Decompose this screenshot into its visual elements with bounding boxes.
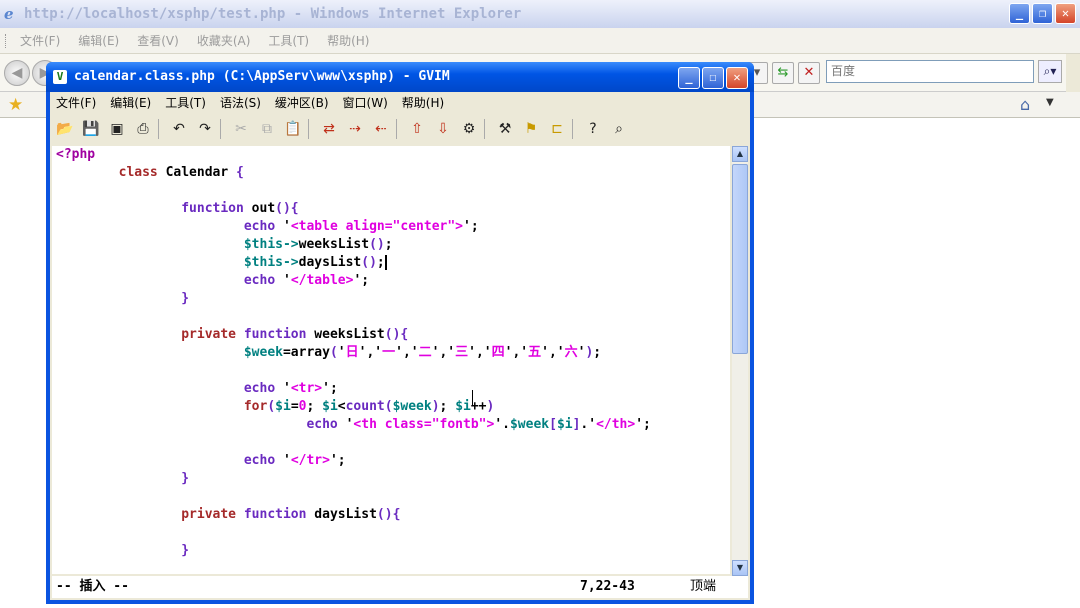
status-line: -- 插入 -- 7,22-43 顶端: [52, 576, 748, 598]
ie-menu-help[interactable]: 帮助(H): [327, 28, 369, 53]
print-icon[interactable]: ⎙: [132, 118, 154, 140]
gvim-titlebar: V calendar.class.php (C:\AppServ\www\xsp…: [46, 62, 754, 92]
search-input[interactable]: 百度: [826, 60, 1034, 83]
code-line-9: }: [56, 291, 190, 306]
code-line-8: echo '</table>';: [56, 273, 370, 288]
vim-logo-icon: V: [53, 70, 67, 84]
status-cursor-position: 7,22-43: [580, 579, 635, 594]
toolbar-separator: [484, 119, 492, 139]
gvim-menu-syntax[interactable]: 语法(S): [220, 92, 261, 114]
scroll-up-button[interactable]: ▲: [732, 146, 748, 162]
code-line-19: }: [56, 471, 190, 486]
code-line-23: }: [56, 543, 190, 558]
gvim-menu-edit[interactable]: 编辑(E): [110, 92, 151, 114]
paste-icon[interactable]: 📋: [282, 118, 304, 140]
maximize-button[interactable]: ❐: [1032, 3, 1053, 24]
code-line-4: function out(){: [56, 201, 299, 216]
scroll-down-button[interactable]: ▼: [732, 560, 748, 576]
gvim-menu-file[interactable]: 文件(F): [56, 92, 96, 114]
build-tags-icon[interactable]: ⚑: [520, 118, 542, 140]
toolbar-separator: [308, 119, 316, 139]
run-script-icon[interactable]: ⚙: [458, 118, 480, 140]
toolbar-separator: [158, 119, 166, 139]
ie-window-title: http://localhost/xsphp/test.php - Window…: [24, 6, 522, 22]
close-button[interactable]: ✕: [1055, 3, 1076, 24]
ibeam-mouse-cursor: [472, 390, 478, 406]
status-mode: -- 插入 --: [56, 579, 129, 594]
code-line-2: class Calendar {: [56, 165, 244, 180]
make-icon[interactable]: ⚒: [494, 118, 516, 140]
code-editor[interactable]: <?php class Calendar { function out(){ e…: [52, 146, 730, 574]
load-session-icon[interactable]: ⇧: [406, 118, 428, 140]
editor-scrollbar[interactable]: ▲ ▼: [732, 146, 748, 576]
minimize-button[interactable]: _: [1009, 3, 1030, 24]
scroll-thumb[interactable]: [732, 164, 748, 354]
gvim-menubar: 文件(F) 编辑(E) 工具(T) 语法(S) 缓冲区(B) 窗口(W) 帮助(…: [50, 92, 750, 114]
save-all-icon[interactable]: ▣: [106, 118, 128, 140]
code-line-21: private function daysList(){: [56, 507, 401, 522]
undo-icon[interactable]: ↶: [168, 118, 190, 140]
code-line-16: echo '<th class="fontb">'.$week[$i].'</t…: [56, 417, 651, 432]
search-button[interactable]: ⌕▾: [1038, 60, 1062, 83]
gvim-window: V calendar.class.php (C:\AppServ\www\xsp…: [46, 62, 754, 604]
code-line-7: $this->daysList();: [56, 255, 387, 270]
save-session-icon[interactable]: ⇩: [432, 118, 454, 140]
find-help-icon[interactable]: ⌕: [608, 118, 630, 140]
replace-icon[interactable]: ⇄: [318, 118, 340, 140]
ie-titlebar: e http://localhost/xsphp/test.php - Wind…: [0, 0, 1080, 28]
gvim-minimize-button[interactable]: _: [678, 67, 700, 89]
code-line-14: echo '<tr>';: [56, 381, 338, 396]
code-line-5: echo '<table align="center">';: [56, 219, 479, 234]
text-cursor: [384, 255, 387, 270]
find-next-icon[interactable]: ⇢: [344, 118, 366, 140]
gvim-close-button[interactable]: ✕: [726, 67, 748, 89]
code-line-1: <?php: [56, 147, 96, 162]
ie-menu-edit[interactable]: 编辑(E): [78, 28, 119, 53]
gvim-toolbar: 📂 💾 ▣ ⎙ ↶ ↷ ✂ ⧉ 📋 ⇄ ⇢ ⇠ ⇧ ⇩ ⚙ ⚒ ⚑ ⊏ ? ⌕: [50, 114, 750, 144]
menubar-grip: [5, 34, 8, 48]
save-icon[interactable]: 💾: [80, 118, 102, 140]
copy-icon[interactable]: ⧉: [256, 118, 278, 140]
gvim-body: 文件(F) 编辑(E) 工具(T) 语法(S) 缓冲区(B) 窗口(W) 帮助(…: [50, 92, 750, 600]
favorites-star-icon[interactable]: ★: [8, 95, 23, 115]
help-icon[interactable]: ?: [582, 118, 604, 140]
code-line-18: echo '</tr>';: [56, 453, 346, 468]
ie-logo-icon: e: [4, 5, 14, 23]
ie-menu-view[interactable]: 查看(V): [137, 28, 179, 53]
ie-menu-favorites[interactable]: 收藏夹(A): [197, 28, 251, 53]
ie-menu-file[interactable]: 文件(F): [20, 28, 60, 53]
find-prev-icon[interactable]: ⇠: [370, 118, 392, 140]
toolbar-separator: [572, 119, 580, 139]
code-line-12: $week=array('日','一','二','三','四','五','六')…: [56, 345, 602, 360]
stop-button[interactable]: ✕: [798, 62, 820, 84]
code-line-11: private function weeksList(){: [56, 327, 409, 342]
gvim-menu-window[interactable]: 窗口(W): [343, 92, 388, 114]
status-scroll-position: 顶端: [690, 579, 717, 594]
redo-icon[interactable]: ↷: [194, 118, 216, 140]
gvim-window-title: calendar.class.php (C:\AppServ\www\xsphp…: [74, 69, 450, 84]
home-icon[interactable]: ⌂: [1020, 95, 1030, 114]
toolbar-separator: [396, 119, 404, 139]
ie-menubar: 文件(F) 编辑(E) 查看(V) 收藏夹(A) 工具(T) 帮助(H): [0, 28, 1080, 54]
gvim-menu-buffers[interactable]: 缓冲区(B): [275, 92, 329, 114]
gvim-menu-help[interactable]: 帮助(H): [402, 92, 444, 114]
cut-icon[interactable]: ✂: [230, 118, 252, 140]
toolbar-separator: [220, 119, 228, 139]
home-dropdown-icon[interactable]: ▼: [1046, 97, 1054, 108]
open-file-icon[interactable]: 📂: [54, 118, 76, 140]
code-line-6: $this->weeksList();: [56, 237, 393, 252]
gvim-maximize-button[interactable]: ☐: [702, 67, 724, 89]
gvim-menu-tools[interactable]: 工具(T): [165, 92, 206, 114]
refresh-button[interactable]: ⇆: [772, 62, 794, 84]
back-button[interactable]: ◀: [4, 60, 30, 86]
ie-menu-tools[interactable]: 工具(T): [268, 28, 309, 53]
jump-tag-icon[interactable]: ⊏: [546, 118, 568, 140]
code-line-15: for($i=0; $i<count($week); $i++): [56, 399, 495, 414]
